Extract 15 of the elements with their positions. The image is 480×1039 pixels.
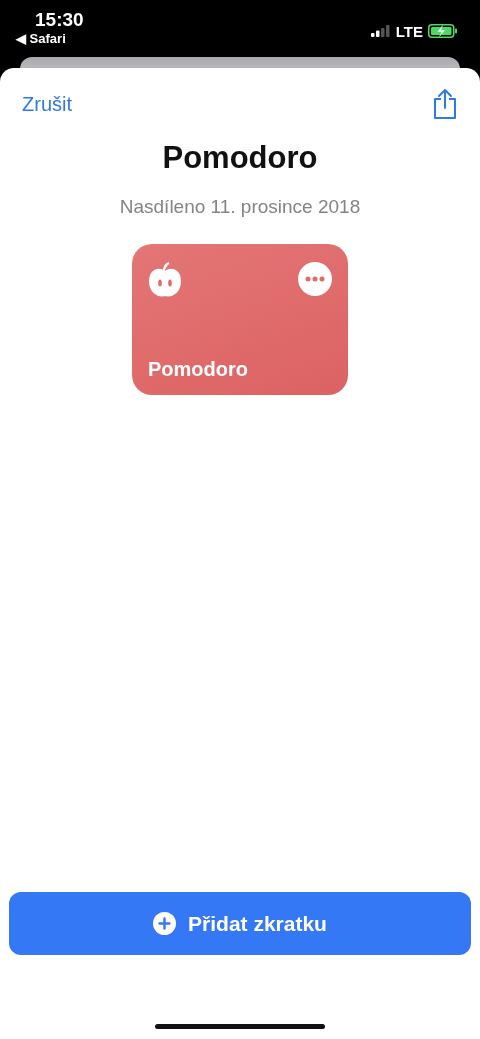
- clock: 15:30: [35, 9, 84, 31]
- back-to-app-link[interactable]: ◀ Safari: [16, 31, 66, 47]
- apple-icon: [148, 262, 182, 298]
- shortcut-name: Pomodoro: [148, 358, 249, 381]
- sheet-title: Pomodoro: [162, 140, 318, 176]
- shared-date: Nasdíleno 11. prosince 2018: [119, 196, 361, 218]
- signal-icon: [370, 25, 391, 37]
- add-icon: [153, 912, 177, 935]
- network-label: LTE: [395, 22, 423, 40]
- share-icon[interactable]: [432, 88, 458, 120]
- shortcut-card[interactable]: Pomodoro: [132, 244, 348, 395]
- more-options-icon[interactable]: [298, 262, 332, 296]
- battery-charging-icon: [428, 24, 458, 38]
- cancel-button[interactable]: Zrušit: [22, 92, 72, 116]
- add-shortcut-button[interactable]: Přidat zkratku: [9, 892, 471, 955]
